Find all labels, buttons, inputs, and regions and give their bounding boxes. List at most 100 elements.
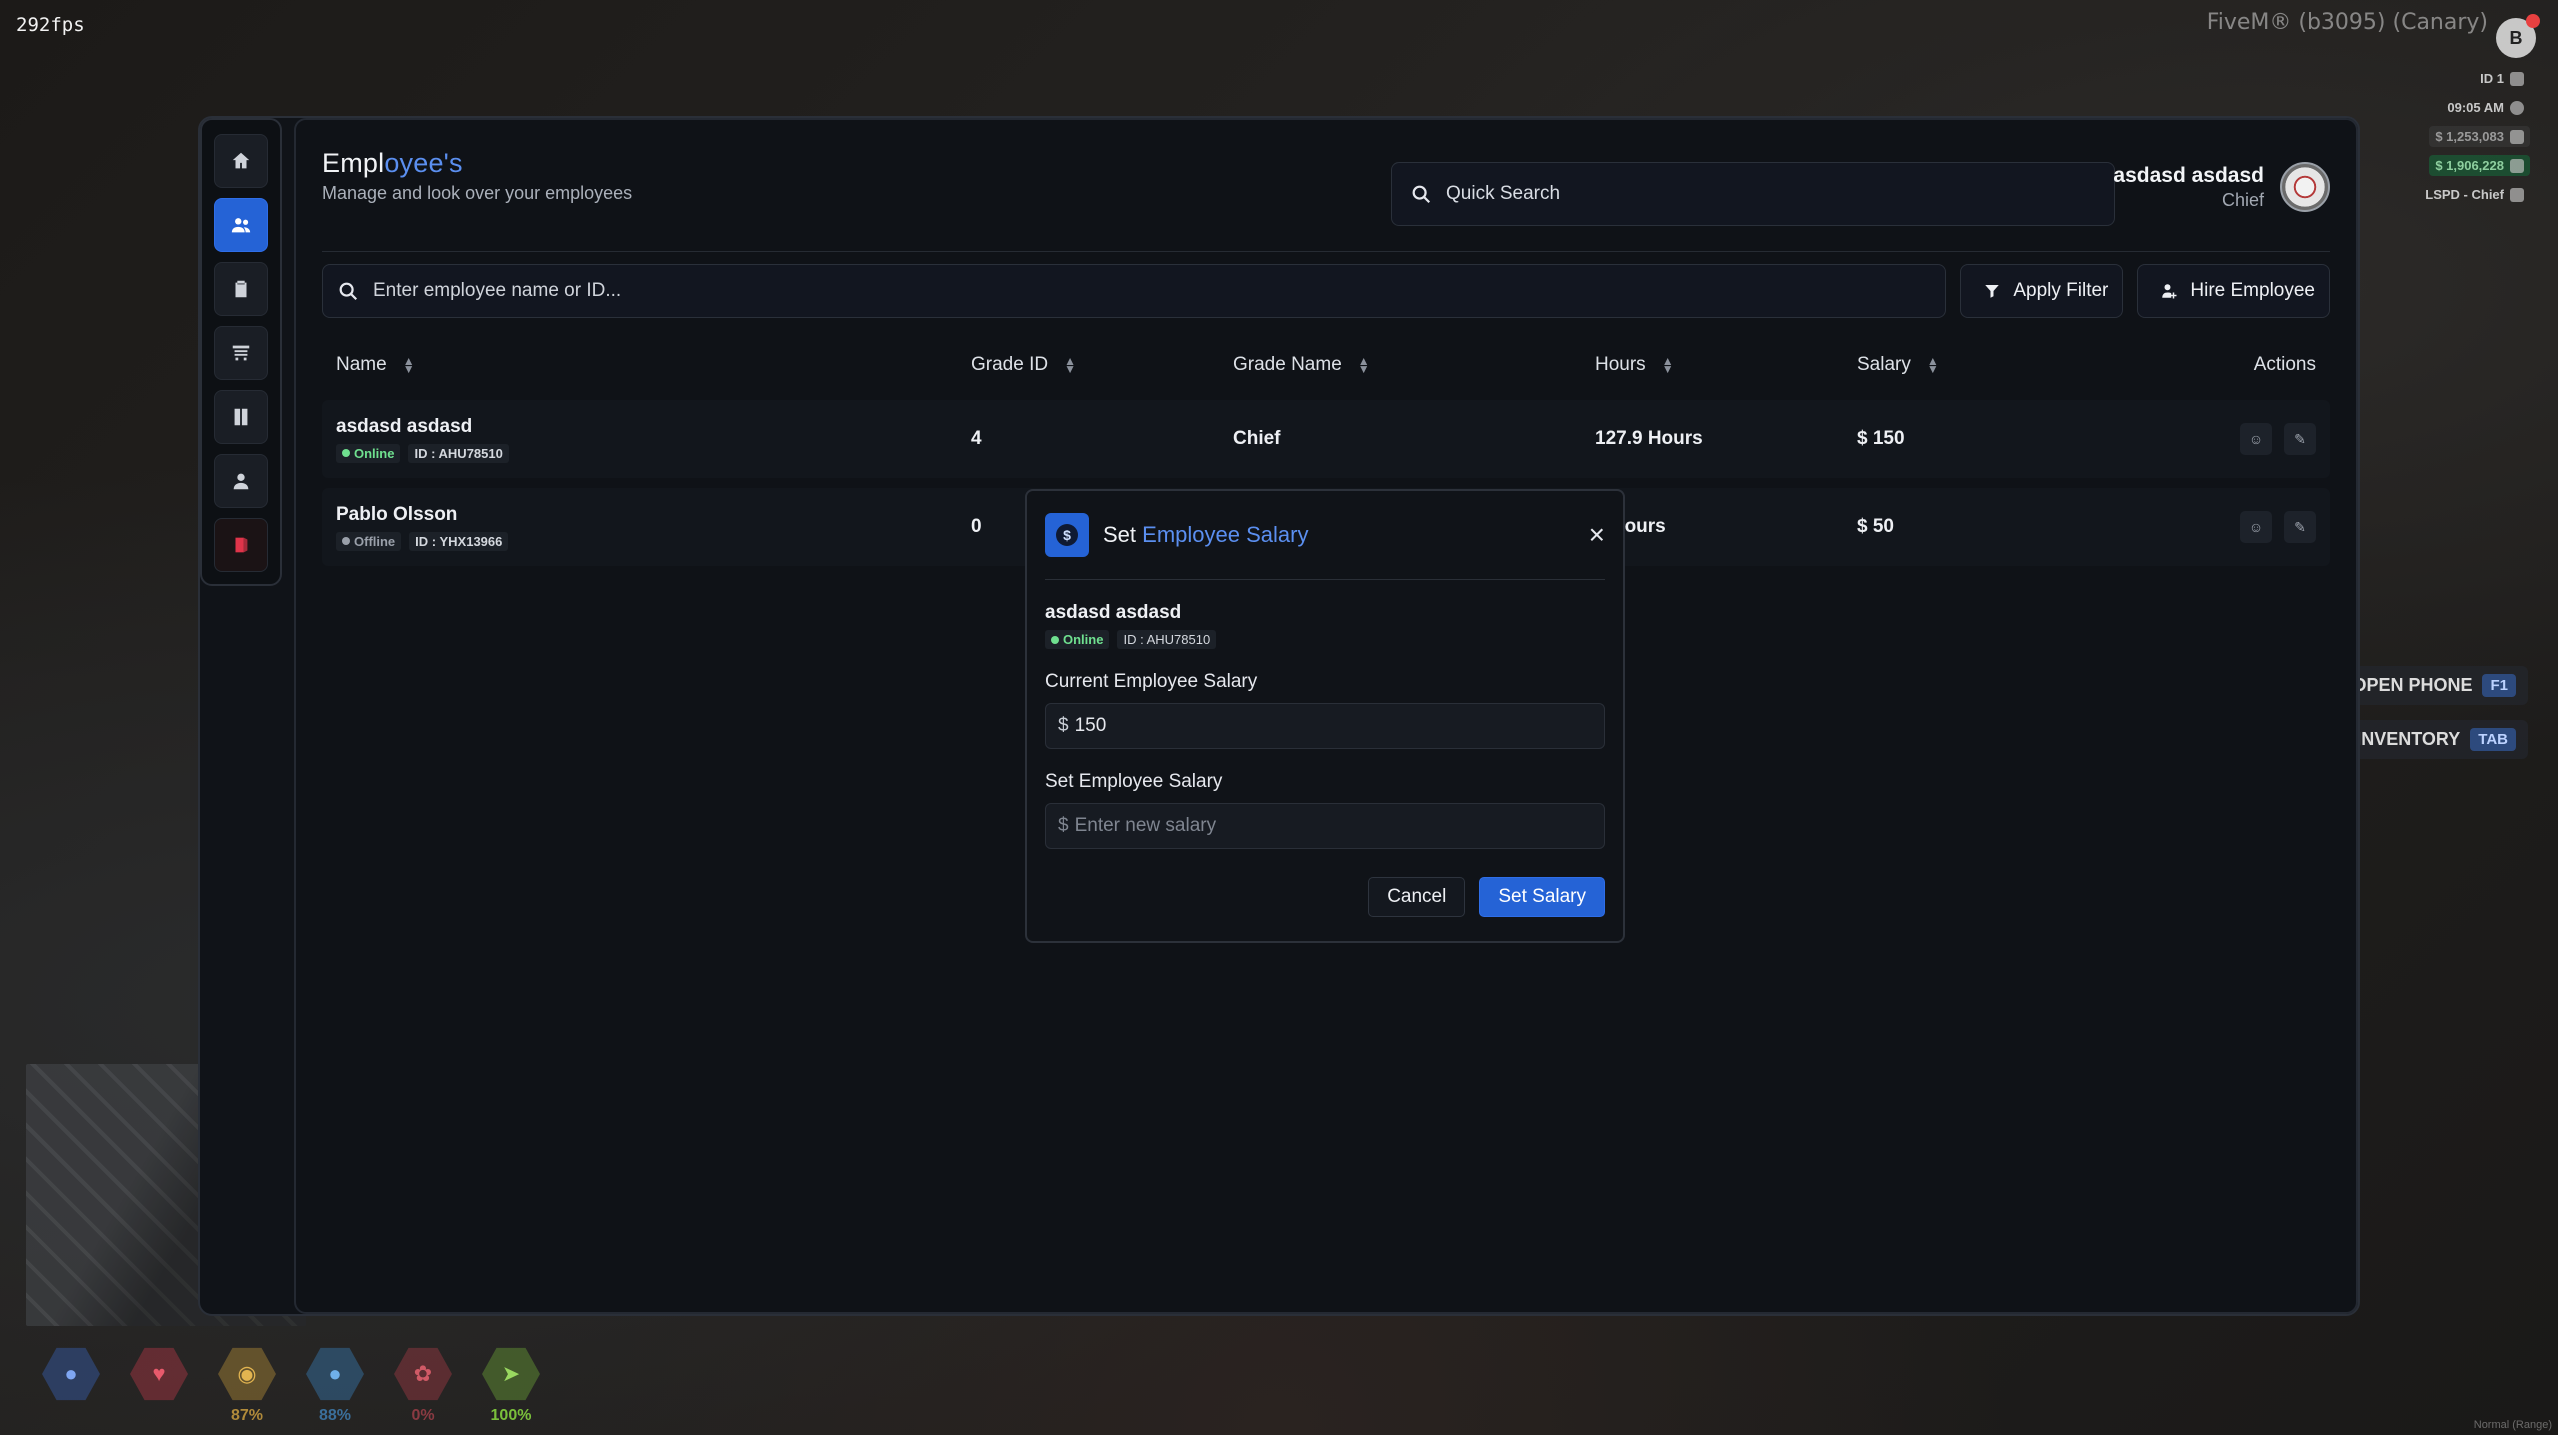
users-icon (231, 218, 251, 233)
home-icon (232, 152, 250, 169)
status-badge: Online (1045, 630, 1110, 649)
manage-employee-button[interactable]: ☺ (2240, 423, 2272, 455)
employee-name: asdasd asdasd (336, 415, 473, 437)
modal-employee-name: asdasd asdasd (1045, 602, 1182, 623)
close-icon[interactable]: × (1589, 521, 1605, 549)
currency-symbol: $ (1058, 715, 1069, 736)
brain-icon: ✿ (394, 1347, 452, 1401)
person-icon (1051, 635, 1059, 644)
modal-header: $ Set Employee Salary × (1045, 511, 1605, 580)
edit-salary-button[interactable]: ✎ (2284, 511, 2316, 543)
nav-profile-button[interactable] (214, 454, 268, 508)
salary: $ 150 (1857, 428, 1905, 449)
nav-lockers-button[interactable] (214, 390, 268, 444)
filter-icon (1985, 285, 2000, 298)
current-salary-value: 150 (1074, 715, 1107, 736)
employee-search-field[interactable] (322, 264, 1947, 318)
status-health: ♥ (128, 1345, 190, 1425)
current-salary-field: $ 150 (1045, 703, 1605, 749)
nav-vehicles-button[interactable] (214, 326, 268, 380)
quick-search-placeholder: Quick Search (1446, 183, 1561, 204)
voice-range-label: Normal (Range) (2473, 1419, 2552, 1431)
add-user-icon (2162, 284, 2177, 299)
nav-reports-button[interactable] (214, 262, 268, 316)
new-salary-field[interactable]: $ (1045, 803, 1605, 849)
sort-icon: ▲ ▼ (402, 353, 415, 376)
employee-id-badge: ID : AHU78510 (1117, 630, 1217, 649)
pencil-icon: ✎ (2294, 430, 2306, 447)
col-actions: Actions (2253, 354, 2316, 375)
hours: 3 Hours (1595, 516, 1666, 537)
modal-icon: $ (1045, 513, 1089, 557)
water-drop-icon: ● (306, 1347, 364, 1401)
status-stamina: ➤ 100% (480, 1345, 542, 1425)
cash-icon (2510, 129, 2524, 144)
modal-title: Set Employee Salary (1103, 522, 1309, 547)
user-icon (233, 473, 249, 490)
new-salary-input[interactable] (1074, 815, 1592, 837)
dollar-coin-icon: $ (1056, 524, 1078, 546)
fivem-logo-icon: B (2496, 14, 2540, 58)
user-profile: asdasd asdasd Chief (2113, 162, 2330, 212)
side-navigation (200, 118, 282, 586)
sort-icon: ▲ ▼ (1064, 353, 1076, 376)
hud-player-id: ID 1 (2474, 68, 2530, 89)
status-stress: ✿ 0% (392, 1345, 454, 1425)
quick-search-input[interactable]: Quick Search (1391, 162, 2115, 226)
employee-name: Pablo Olsson (336, 503, 458, 525)
pencil-icon: ✎ (2294, 518, 2306, 535)
apply-filter-button[interactable]: Apply Filter (1960, 264, 2124, 318)
table-row: asdasd asdasd Online ID : AHU78510 4 Chi… (322, 400, 2330, 478)
garage-icon (232, 345, 250, 361)
hud-bank: $ 1,906,228 (2429, 155, 2530, 176)
status-food: ◉ 87% (216, 1345, 278, 1425)
heart-icon: ♥ (130, 1347, 188, 1401)
employee-id-badge: ID : YHX13966 (409, 531, 509, 551)
hud-info-panel: ID 1 09:05 AM $ 1,253,083 $ 1,906,228 LS… (2419, 68, 2530, 205)
nav-exit-button[interactable] (214, 518, 268, 572)
microphone-icon: ● (42, 1347, 100, 1401)
hud-time: 09:05 AM (2441, 97, 2530, 118)
grade-id: 4 (971, 428, 982, 449)
hud-cash: $ 1,253,083 (2429, 126, 2530, 147)
col-name[interactable]: Name ▲ ▼ (336, 354, 971, 376)
search-icon (339, 282, 358, 301)
col-grade-name[interactable]: Grade Name ▲ ▼ (1233, 354, 1595, 376)
nav-employees-button[interactable] (214, 198, 268, 252)
food-icon: ◉ (218, 1347, 276, 1401)
key-f1: F1 (2482, 674, 2516, 697)
employee-toolbar: Apply Filter Hire Employee (322, 264, 2330, 318)
briefcase-icon (2510, 187, 2524, 202)
manage-employee-button[interactable]: ☺ (2240, 511, 2272, 543)
status-water: ● 88% (304, 1345, 366, 1425)
nav-home-button[interactable] (214, 134, 268, 188)
edit-salary-button[interactable]: ✎ (2284, 423, 2316, 455)
table-header: Name ▲ ▼ Grade ID ▲ ▼ Grade Name ▲ ▼ Hours ▲ ▼ S… (322, 342, 2330, 388)
id-card-icon (2510, 71, 2524, 86)
set-salary-modal: $ Set Employee Salary × asdasd asdasd On… (1025, 489, 1625, 943)
locker-icon (234, 408, 248, 426)
set-salary-button[interactable]: Set Salary (1479, 877, 1605, 917)
panel-header: Employee's Manage and look over your emp… (322, 148, 2330, 252)
running-icon: ➤ (482, 1347, 540, 1401)
new-salary-label: Set Employee Salary (1045, 771, 1223, 792)
fivem-build-label: FiveM® (b3095) (Canary) (2206, 10, 2488, 35)
clipboard-icon (235, 280, 247, 298)
col-grade-id[interactable]: Grade ID ▲ ▼ (971, 354, 1233, 376)
user-gear-icon: ☺ (2248, 431, 2264, 447)
grade-name: Chief (1233, 428, 1281, 449)
col-hours[interactable]: Hours ▲ ▼ (1595, 354, 1857, 376)
sort-icon: ▲ ▼ (1661, 353, 1674, 376)
hint-inventory: INVENTORY TAB (2344, 720, 2528, 759)
salary: $ 50 (1857, 516, 1894, 537)
cancel-button[interactable]: Cancel (1368, 877, 1466, 917)
key-tab: TAB (2470, 728, 2516, 751)
user-name: asdasd asdasd (2113, 163, 2264, 187)
sort-icon: ▲ ▼ (1357, 353, 1370, 376)
employee-search-input[interactable] (373, 280, 1932, 302)
col-salary[interactable]: Salary ▲ ▼ (1857, 354, 2187, 376)
user-role: Chief (2221, 189, 2264, 210)
hire-employee-button[interactable]: Hire Employee (2137, 264, 2330, 318)
status-badge: Offline (336, 531, 402, 551)
bank-icon (2510, 158, 2524, 173)
